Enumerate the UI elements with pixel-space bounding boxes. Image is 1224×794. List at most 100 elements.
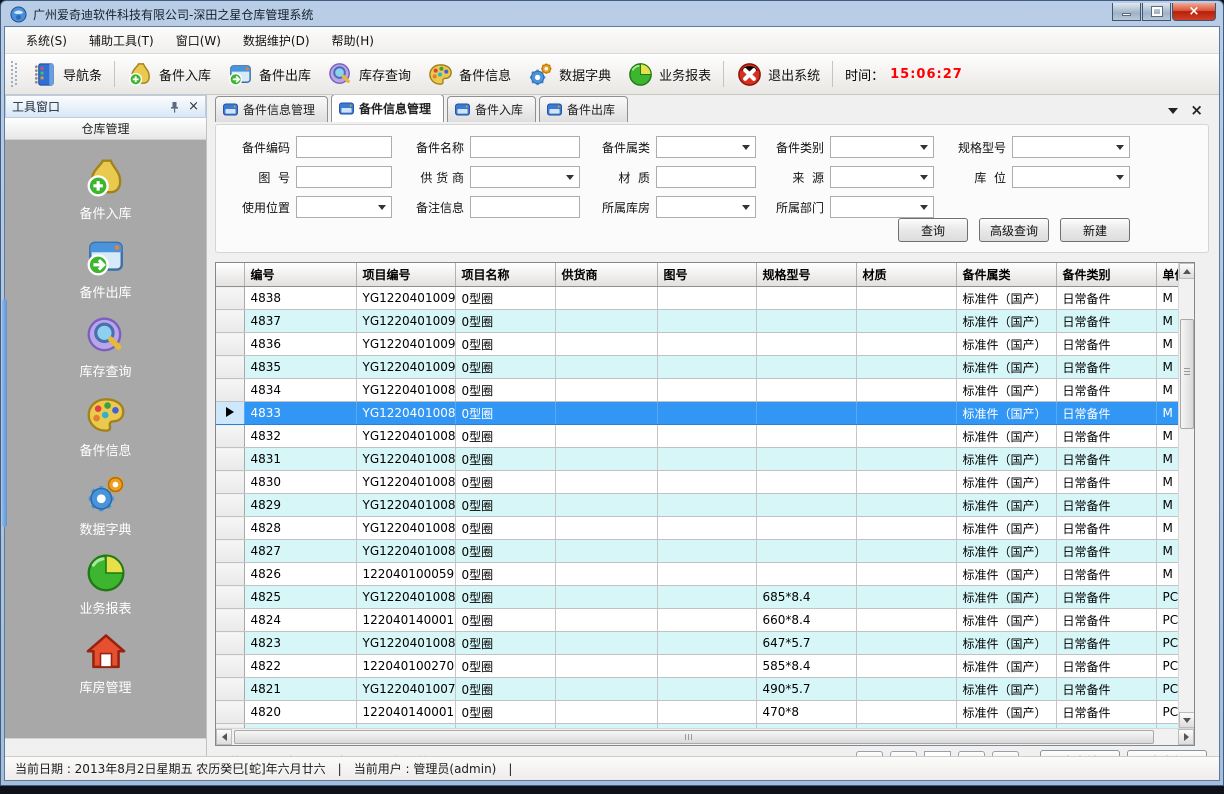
table-row[interactable]: 4830YG122040100850型圈标准件（国产）日常备件M <box>216 471 1178 494</box>
grid-cell-material <box>856 471 956 494</box>
tab-3[interactable]: 备件入库 <box>447 96 536 122</box>
table-row[interactable]: 4834YG122040100890型圈标准件（国产）日常备件M <box>216 379 1178 402</box>
grid-header-10[interactable]: 单位 <box>1156 263 1178 287</box>
pin-icon[interactable] <box>169 101 180 113</box>
query-button[interactable]: 查询 <box>898 218 968 242</box>
table-row[interactable]: 4821YG122040100790型圈490*5.7标准件（国产）日常备件PC <box>216 678 1178 701</box>
department-combobox[interactable] <box>830 196 934 218</box>
toolbar-grip[interactable] <box>11 61 17 87</box>
nav-book-icon <box>31 61 58 88</box>
sidebar-item-gears[interactable]: 数据字典 <box>5 472 206 538</box>
grid-header-6[interactable]: 规格型号 <box>756 263 856 287</box>
sidebar-item-home[interactable]: 库房管理 <box>5 630 206 696</box>
scroll-right-button[interactable] <box>1178 729 1194 745</box>
menu-item-2[interactable]: 辅助工具(T) <box>78 28 165 53</box>
tab-close-icon[interactable]: × <box>1190 103 1203 118</box>
table-row[interactable]: 4831YG122040100860型圈标准件（国产）日常备件M <box>216 448 1178 471</box>
spec-combobox[interactable] <box>1012 136 1130 158</box>
sidebar-item-search[interactable]: 库存查询 <box>5 314 206 380</box>
grid-header-5[interactable]: 图号 <box>657 263 756 287</box>
table-row[interactable]: 4829YG122040100840型圈标准件（国产）日常备件M <box>216 494 1178 517</box>
toolbar-item-exit[interactable]: 退出系统 <box>728 57 828 92</box>
grid-header-8[interactable]: 备件属类 <box>956 263 1056 287</box>
tab-1[interactable]: 备件信息管理 <box>215 96 328 122</box>
grid-cell-spec <box>756 379 856 402</box>
table-row[interactable]: 4836YG122040100910型圈标准件（国产）日常备件M <box>216 333 1178 356</box>
class-combobox[interactable] <box>656 136 756 158</box>
grid-header-4[interactable]: 供货商 <box>555 263 657 287</box>
scroll-left-button[interactable] <box>216 729 232 745</box>
table-row[interactable]: 4837YG122040100920型圈标准件（国产）日常备件M <box>216 310 1178 333</box>
menu-item-5[interactable]: 帮助(H) <box>321 28 385 53</box>
menu-item-3[interactable]: 窗口(W) <box>165 28 232 53</box>
grid-header-7[interactable]: 材质 <box>856 263 956 287</box>
grid-cell-supplier <box>555 586 657 609</box>
table-row[interactable]: 4833YG122040100880型圈标准件（国产）日常备件M <box>216 402 1178 425</box>
sidebar-item-pie[interactable]: 业务报表 <box>5 551 206 617</box>
position-combobox[interactable] <box>296 196 392 218</box>
material-input[interactable] <box>656 166 756 188</box>
name-input[interactable] <box>470 136 580 158</box>
table-row[interactable]: 4835YG122040100900型圈标准件（国产）日常备件M <box>216 356 1178 379</box>
vertical-scrollbar[interactable] <box>1178 263 1194 728</box>
minimize-button[interactable] <box>1112 3 1141 21</box>
sidebar-item-bag-in[interactable]: 备件入库 <box>5 156 206 222</box>
toolbar-item-pie[interactable]: 业务报表 <box>619 57 719 92</box>
toolbar-item-search[interactable]: 库存查询 <box>319 57 419 92</box>
grid-cell-material <box>856 310 956 333</box>
table-row[interactable]: 482212204010027000型圈585*8.4标准件（国产）日常备件PC <box>216 655 1178 678</box>
table-row[interactable]: 4832YG122040100870型圈标准件（国产）日常备件M <box>216 425 1178 448</box>
grid-cell-material <box>856 494 956 517</box>
gears-icon <box>84 472 128 516</box>
adv-query-button[interactable]: 高级查询 <box>979 218 1049 242</box>
left-edge-scrollbar[interactable] <box>2 299 7 527</box>
table-row[interactable]: 4827YG122040100820型圈标准件（国产）日常备件M <box>216 540 1178 563</box>
table-row[interactable]: 482612204010005990型圈标准件（国产）日常备件M <box>216 563 1178 586</box>
grid-header-9[interactable]: 备件类别 <box>1056 263 1156 287</box>
source-combobox[interactable] <box>830 166 934 188</box>
tool-window-close-icon[interactable]: × <box>188 100 199 113</box>
location-combobox[interactable] <box>1012 166 1130 188</box>
toolbar-item-bag-in[interactable]: 备件入库 <box>119 57 219 92</box>
sidebar-item-label: 备件信息 <box>79 440 131 459</box>
grid-header-indicator[interactable] <box>216 263 244 287</box>
table-row[interactable]: 482412204014000120型圈660*8.4标准件（国产）日常备件PC <box>216 609 1178 632</box>
tab-4[interactable]: 备件出库 <box>539 96 628 122</box>
toolbar-item-gears[interactable]: 数据字典 <box>519 57 619 92</box>
table-row[interactable]: 4825YG122040100810型圈685*8.4标准件（国产）日常备件PC <box>216 586 1178 609</box>
sidebar-item-palette[interactable]: 备件信息 <box>5 393 206 459</box>
tab-list-dropdown-icon[interactable] <box>1168 108 1178 114</box>
table-row[interactable]: 4823YG122040100800型圈647*5.7标准件（国产）日常备件PC <box>216 632 1178 655</box>
grid-cell-name: 0型圈 <box>455 517 555 540</box>
tab-2[interactable]: 备件信息管理 <box>331 95 444 122</box>
table-row[interactable]: 4838YG122040100930型圈标准件（国产）日常备件M <box>216 287 1178 310</box>
new-button[interactable]: 新建 <box>1060 218 1130 242</box>
supplier-combobox[interactable] <box>470 166 580 188</box>
horizontal-scrollbar[interactable] <box>216 728 1194 745</box>
grid-header-3[interactable]: 项目名称 <box>455 263 555 287</box>
vertical-scroll-thumb[interactable] <box>1180 319 1194 429</box>
sidebar-item-window-out[interactable]: 备件出库 <box>5 235 206 301</box>
code-input[interactable] <box>296 136 392 158</box>
scroll-up-button[interactable] <box>1179 263 1194 279</box>
grid-header-1[interactable]: 编号 <box>244 263 356 287</box>
remark-input[interactable] <box>470 196 580 218</box>
scroll-down-button[interactable] <box>1179 712 1194 728</box>
drawing-input[interactable] <box>296 166 392 188</box>
warehouse-combobox[interactable] <box>656 196 756 218</box>
category-combobox[interactable] <box>830 136 934 158</box>
grid-cell-category: 标准件（国产） <box>956 310 1056 333</box>
table-row[interactable]: 482012204014000130型圈470*8标准件（国产）日常备件PC <box>216 701 1178 724</box>
close-button[interactable]: × <box>1172 3 1216 21</box>
grid-header-2[interactable]: 项目编号 <box>356 263 455 287</box>
toolbar-item-nav-book[interactable]: 导航条 <box>23 57 110 92</box>
horizontal-scroll-thumb[interactable] <box>234 730 1154 744</box>
tab-strip: 备件信息管理备件信息管理备件入库备件出库 × <box>215 95 1209 122</box>
table-row[interactable]: 4828YG122040100830型圈标准件（国产）日常备件M <box>216 517 1178 540</box>
chevron-down-icon <box>1116 145 1124 150</box>
toolbar-item-window-out[interactable]: 备件出库 <box>219 57 319 92</box>
menu-item-1[interactable]: 系统(S) <box>15 28 78 53</box>
maximize-button[interactable] <box>1142 3 1171 21</box>
toolbar-item-palette[interactable]: 备件信息 <box>419 57 519 92</box>
menu-item-4[interactable]: 数据维护(D) <box>232 28 321 53</box>
